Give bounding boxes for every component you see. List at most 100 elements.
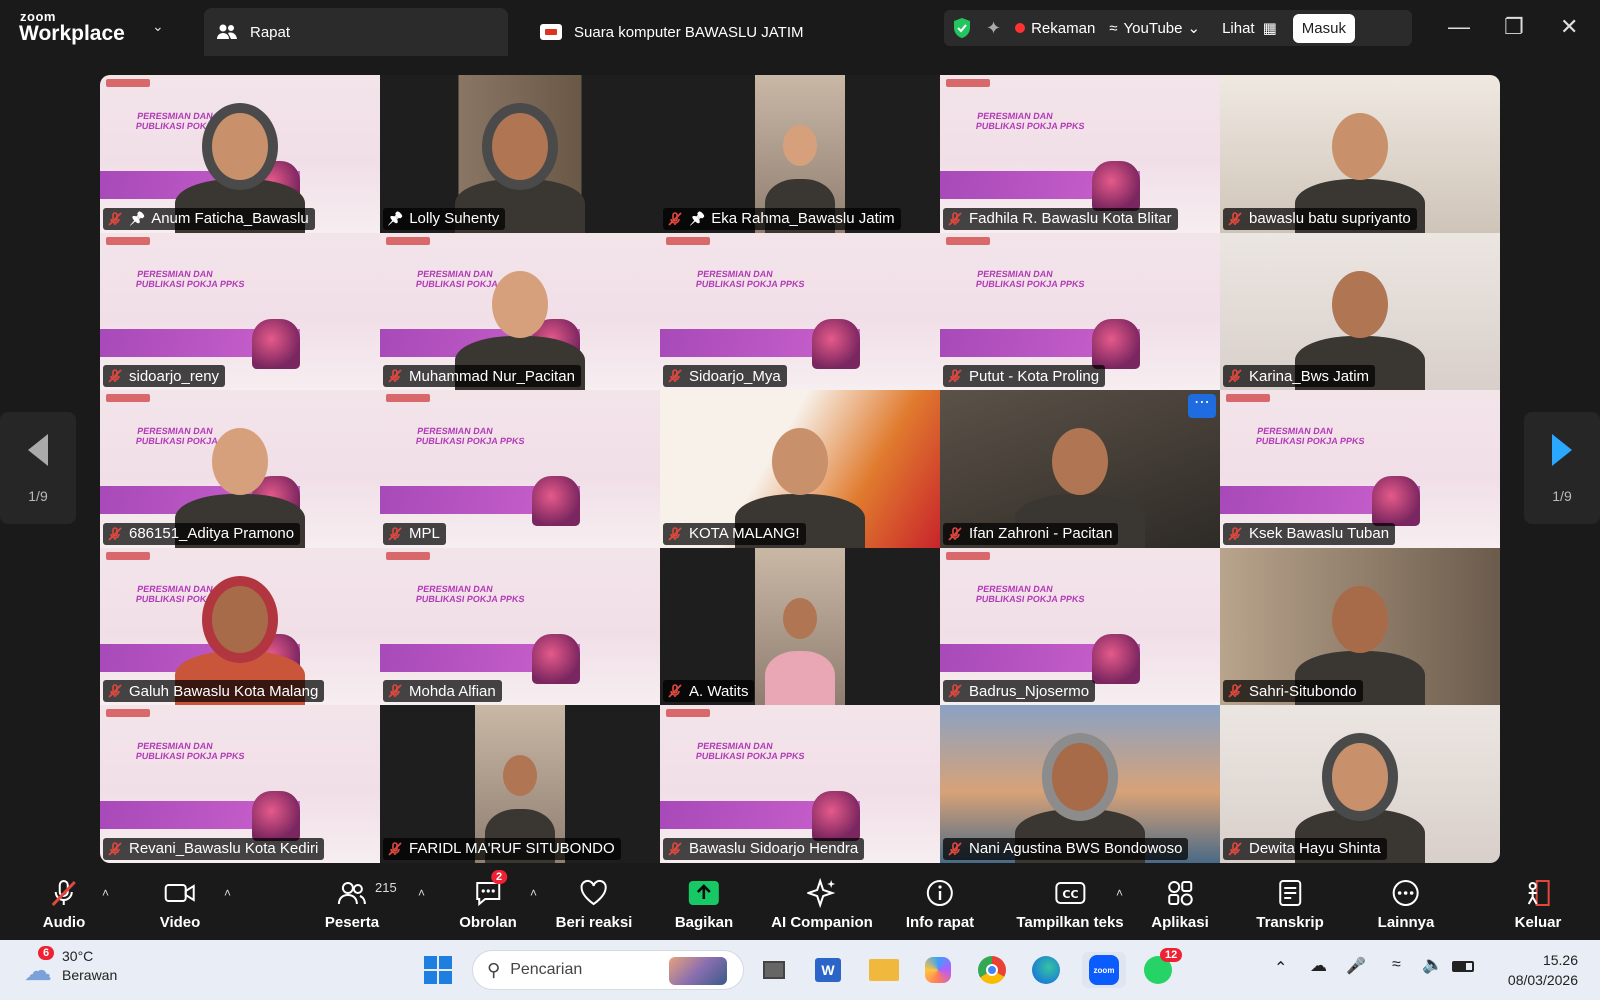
next-page-button[interactable]: 1/9 (1524, 412, 1600, 524)
participant-tile[interactable]: Karina_Bws Jatim (1220, 232, 1500, 391)
device-icon (540, 21, 562, 43)
volume-icon[interactable]: 🔈 (1422, 955, 1443, 975)
lainnya-button[interactable]: Lainnya (1377, 876, 1435, 931)
participant-tile[interactable]: PERESMIAN DAN PUBLIKASI POKJA PPKS 📌 Anum … (100, 75, 380, 233)
chevron-down-icon: ⌄ (1187, 20, 1201, 37)
participants-icon: 215 (337, 876, 397, 910)
beri-reaksi-button[interactable]: Beri reaksi (556, 876, 632, 931)
participant-tile[interactable]: ⋯ Ifan Zahroni - Pacitan (940, 390, 1220, 548)
participant-tile[interactable]: PERESMIAN DAN PUBLIKASI POKJA PPKS Badrus… (940, 547, 1220, 706)
participant-tile[interactable]: Sahri-Situbondo (1220, 547, 1500, 706)
taskview-icon[interactable] (756, 952, 792, 988)
chrome-icon[interactable] (974, 952, 1010, 988)
participant-name-label: KOTA MALANG! (663, 522, 806, 545)
mic-muted-icon (1228, 369, 1242, 383)
audio-button[interactable]: Audio (43, 876, 85, 931)
participant-tile[interactable]: A. Watits (660, 547, 940, 706)
participant-name: Dewita Hayu Shinta (1249, 840, 1381, 858)
participant-tile[interactable]: 📌 Lolly Suhenty (380, 75, 660, 233)
aplikasi-button[interactable]: Aplikasi (1151, 876, 1209, 931)
battery-icon[interactable] (1452, 961, 1474, 972)
participant-tile[interactable]: PERESMIAN DAN PUBLIKASI POKJA PPKS Fadhil… (940, 75, 1220, 233)
edge-icon[interactable] (1028, 952, 1064, 988)
app-brand[interactable]: zoom Workplace ⌄ (0, 0, 204, 56)
windows-start-icon[interactable] (420, 952, 456, 988)
bagikan-button[interactable]: Bagikan (675, 876, 733, 931)
chevron-up-icon[interactable]: ˄ (102, 886, 109, 900)
participant-tile[interactable]: PERESMIAN DAN PUBLIKASI POKJA PPKS Putut … (940, 232, 1220, 391)
participant-tile[interactable]: bawaslu batu supriyanto (1220, 75, 1500, 233)
participant-tile[interactable]: PERESMIAN DAN PUBLIKASI POKJA PPKS Bawasl… (660, 705, 940, 863)
chevron-up-icon[interactable]: ⌃ (1274, 958, 1287, 978)
participant-tile[interactable]: PERESMIAN DAN PUBLIKASI POKJA PPKS Mohda … (380, 547, 660, 706)
wifi-icon[interactable]: ≈ (1392, 956, 1401, 974)
ai-companion-button[interactable]: AI Companion (771, 876, 873, 931)
participant-name: Sidoarjo_Mya (689, 367, 781, 385)
tab-meeting[interactable]: Rapat (204, 8, 508, 56)
control-label: Lainnya (1377, 914, 1435, 931)
participant-tile[interactable]: PERESMIAN DAN PUBLIKASI POKJA PPKS sidoar… (100, 232, 380, 391)
peserta-button[interactable]: 215 Peserta (325, 876, 397, 931)
obrolan-button[interactable]: 2 Obrolan (459, 870, 517, 931)
person-body (765, 651, 835, 706)
cloud-off-icon[interactable]: ☁ (1310, 956, 1327, 976)
chevron-up-icon[interactable]: ˄ (1116, 886, 1123, 900)
tab-computer-audio[interactable]: Suara komputer BAWASLU JATIM (528, 8, 928, 56)
participant-tile[interactable]: PERESMIAN DAN PUBLIKASI POKJA PPKS Ksek B… (1220, 390, 1500, 548)
participant-tile[interactable]: FARIDL MA'RUF SITUBONDO (380, 705, 660, 863)
participant-tile[interactable]: 📌 Eka Rahma_Bawaslu Jatim (660, 75, 940, 233)
system-clock[interactable]: 15.26 08/03/2026 (1508, 950, 1578, 990)
keluar-button[interactable]: Keluar (1515, 876, 1561, 931)
transkrip-button[interactable]: Transkrip (1256, 876, 1324, 931)
mic-muted-icon (388, 684, 402, 699)
mic-muted-icon (668, 526, 682, 541)
pin-icon: 📌 (387, 210, 404, 226)
stream-indicator[interactable]: ≈ YouTube ⌄ (1109, 19, 1201, 38)
participant-name-label: 📌 Anum Faticha_Bawaslu (103, 207, 315, 230)
folder-icon[interactable] (866, 952, 902, 988)
participant-tile[interactable]: PERESMIAN DAN PUBLIKASI POKJA PPKS MPL (380, 390, 660, 548)
chevron-up-icon[interactable]: ˄ (530, 886, 537, 900)
tile-more-button[interactable]: ⋯ (1188, 394, 1216, 419)
participant-tile[interactable]: PERESMIAN DAN PUBLIKASI POKJA PPKS Muhamm… (380, 232, 660, 391)
slide-illustration (1372, 476, 1420, 527)
tampilkan-teks-button[interactable]: CC Tampilkan teks (1016, 876, 1124, 931)
sign-in-button[interactable]: Masuk (1292, 13, 1355, 43)
restore-icon[interactable]: ❐ (1504, 14, 1524, 40)
close-icon[interactable]: ✕ (1560, 14, 1578, 40)
participant-tile[interactable]: PERESMIAN DAN PUBLIKASI POKJA PPKS Revani… (100, 705, 380, 863)
participant-name-label: MPL (383, 522, 446, 545)
prev-page-button[interactable]: 1/9 (0, 412, 76, 524)
participant-name-label: Ksek Bawaslu Tuban (1223, 522, 1396, 545)
taskbar-search[interactable]: ⚲ Pencarian (472, 950, 744, 990)
participant-tile[interactable]: KOTA MALANG! (660, 390, 940, 548)
control-label: Video (159, 914, 201, 931)
participant-tile[interactable]: PERESMIAN DAN PUBLIKASI POKJA PPKS Galuh … (100, 547, 380, 706)
info-rapat-button[interactable]: Info rapat (906, 876, 974, 931)
chevron-up-icon[interactable]: ˄ (418, 886, 425, 900)
participant-tile[interactable]: Dewita Hayu Shinta (1220, 705, 1500, 863)
participant-tile[interactable]: Nani Agustina BWS Bondowoso (940, 705, 1220, 863)
whatsapp-badge: 12 (1160, 948, 1183, 962)
minimize-icon[interactable]: — (1448, 14, 1470, 40)
recording-indicator[interactable]: Rekaman (1015, 20, 1095, 37)
copilot-icon[interactable] (920, 952, 956, 988)
word-icon[interactable]: W (810, 952, 846, 988)
shield-icon[interactable] (952, 17, 972, 39)
slide-illustration (532, 633, 580, 684)
sparkle-icon[interactable]: ✦ (986, 18, 1001, 39)
chevron-up-icon[interactable]: ˄ (224, 886, 231, 900)
whatsapp-icon[interactable]: 12 (1140, 948, 1183, 988)
bawaslu-logo (106, 709, 150, 718)
mic-icon[interactable]: 🎤 (1346, 956, 1366, 976)
video-button[interactable]: Video (159, 876, 201, 931)
view-button[interactable]: Lihat ▦ (1222, 19, 1277, 38)
participant-name: Revani_Bawaslu Kota Kediri (129, 840, 319, 858)
zoom-app-icon[interactable]: zoom (1082, 952, 1126, 988)
participant-tile[interactable]: PERESMIAN DAN PUBLIKASI POKJA PPKS Sidoar… (660, 232, 940, 391)
weather-badge: 6 (38, 946, 55, 960)
mic-muted-icon (1228, 842, 1242, 856)
participant-tile[interactable]: PERESMIAN DAN PUBLIKASI POKJA PPKS 686151… (100, 390, 380, 548)
mic-muted-icon (108, 684, 122, 699)
chevron-down-icon[interactable]: ⌄ (152, 18, 164, 35)
